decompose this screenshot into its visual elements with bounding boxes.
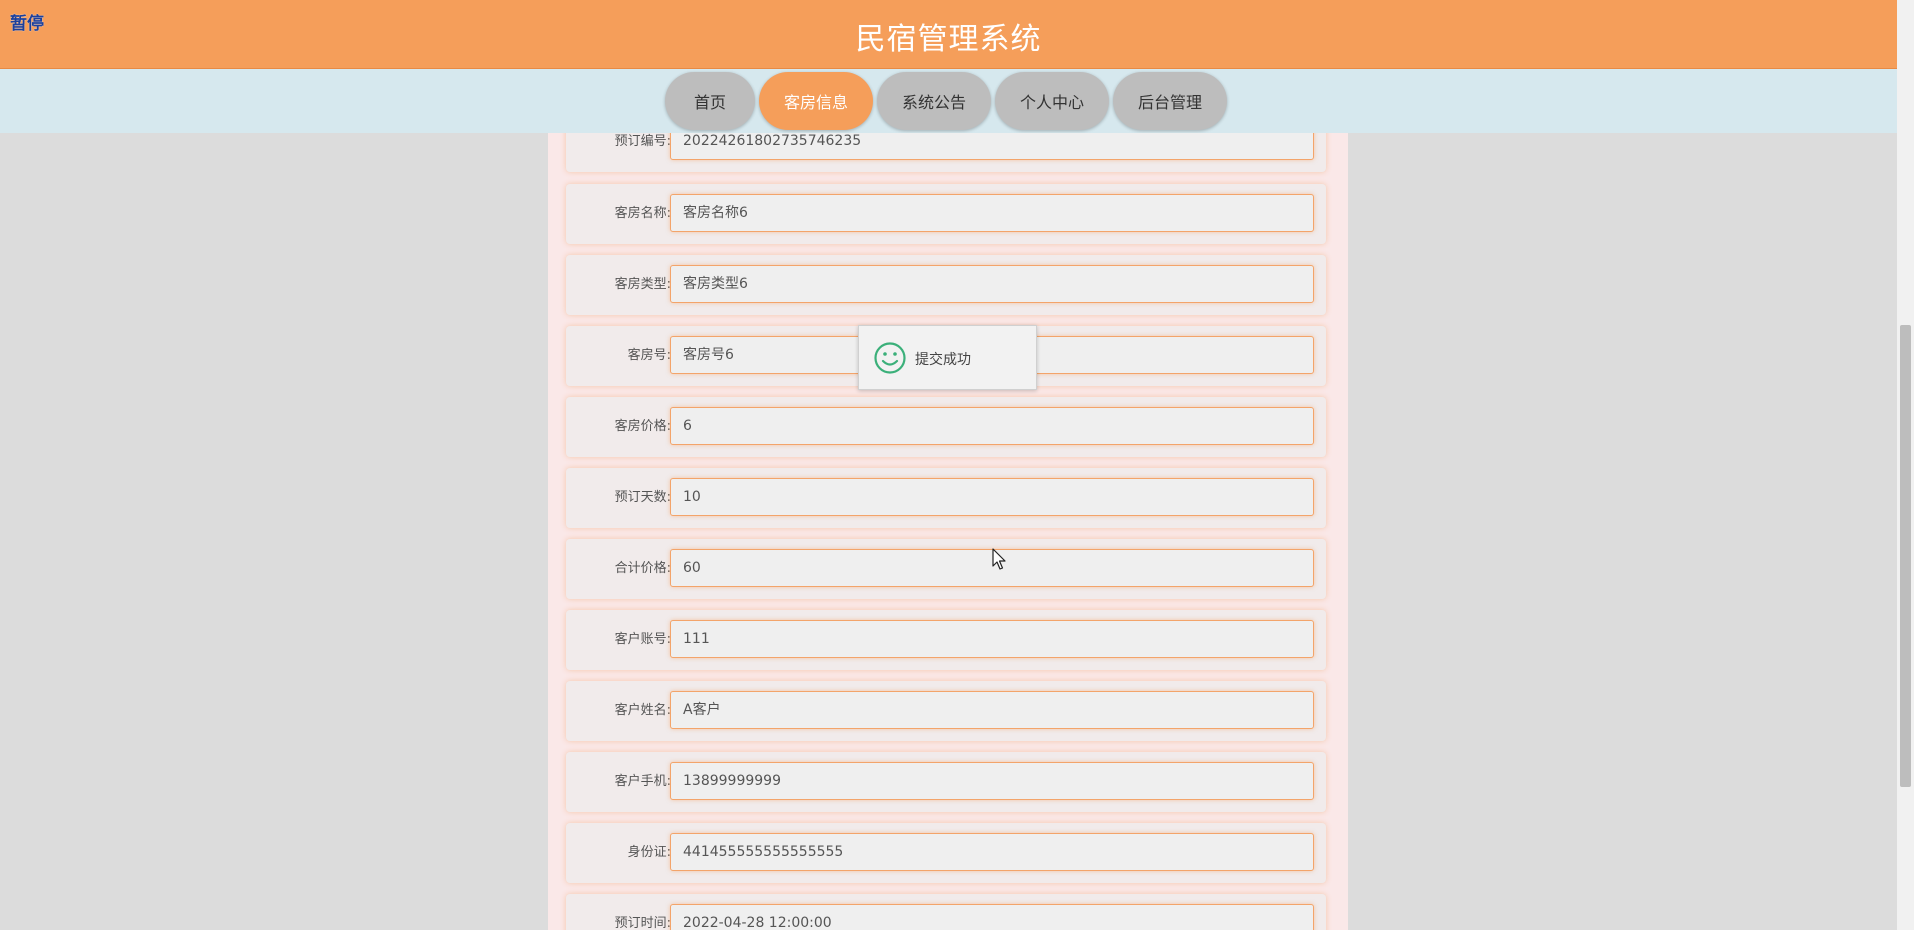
booking-detail-form: 预订编号: 20224261802735746235 客房名称: 客房名称6 客… (548, 133, 1348, 930)
field-label: 合计价格: (614, 561, 671, 576)
field-label: 客房号: (627, 348, 671, 363)
room-price-field[interactable]: 6 (670, 407, 1314, 445)
customer-phone-field[interactable]: 13899999999 (670, 762, 1314, 800)
nav-menu: 首页 客房信息 系统公告 个人中心 后台管理 (665, 72, 1227, 130)
booking-days-field[interactable]: 10 (670, 478, 1314, 516)
booking-time-field[interactable]: 2022-04-28 12:00:00 (670, 904, 1314, 930)
nav-item-home[interactable]: 首页 (665, 72, 755, 130)
form-row-total-price: 合计价格: 60 (566, 539, 1326, 599)
field-label: 客房名称: (614, 206, 671, 221)
id-card-field[interactable]: 441455555555555555 (670, 833, 1314, 871)
customer-name-field[interactable]: A客户 (670, 691, 1314, 729)
field-label: 身份证: (627, 845, 671, 860)
form-row-customer-account: 客户账号: 111 (566, 610, 1326, 670)
room-name-field[interactable]: 客房名称6 (670, 194, 1314, 232)
toast-message: 提交成功 (915, 352, 971, 368)
nav-item-room-info[interactable]: 客房信息 (759, 72, 873, 130)
success-toast: 提交成功 (858, 325, 1037, 390)
field-label: 客房类型: (614, 277, 671, 292)
smile-icon (874, 342, 906, 374)
field-label: 预订编号: (614, 134, 671, 149)
field-label: 客户姓名: (614, 703, 671, 718)
field-label: 预订时间: (614, 916, 671, 930)
form-row-booking-time: 预订时间: 2022-04-28 12:00:00 (566, 894, 1326, 930)
form-row-booking-no: 预订编号: 20224261802735746235 (566, 133, 1326, 172)
field-label: 客房价格: (614, 419, 671, 434)
nav-item-announcements[interactable]: 系统公告 (877, 72, 991, 130)
form-row-booking-days: 预订天数: 10 (566, 468, 1326, 528)
app-header: 暂停 民宿管理系统 (0, 0, 1897, 69)
mouse-cursor-icon (992, 548, 1006, 570)
form-row-id-card: 身份证: 441455555555555555 (566, 823, 1326, 883)
app-title: 民宿管理系统 (855, 22, 1042, 57)
form-row-room-price: 客房价格: 6 (566, 397, 1326, 457)
form-row-room-type: 客房类型: 客房类型6 (566, 255, 1326, 315)
field-label: 预订天数: (614, 490, 671, 505)
form-row-customer-name: 客户姓名: A客户 (566, 681, 1326, 741)
page-scrollbar[interactable] (1897, 0, 1914, 930)
nav-bar: 首页 客房信息 系统公告 个人中心 后台管理 (0, 69, 1897, 133)
scrollbar-thumb[interactable] (1900, 325, 1911, 787)
form-row-room-name: 客房名称: 客房名称6 (566, 184, 1326, 244)
booking-no-field[interactable]: 20224261802735746235 (670, 133, 1314, 160)
field-label: 客户手机: (614, 774, 671, 789)
nav-item-admin[interactable]: 后台管理 (1113, 72, 1227, 130)
form-row-customer-phone: 客户手机: 13899999999 (566, 752, 1326, 812)
customer-account-field[interactable]: 111 (670, 620, 1314, 658)
field-label: 客户账号: (614, 632, 671, 647)
room-type-field[interactable]: 客房类型6 (670, 265, 1314, 303)
nav-item-personal-center[interactable]: 个人中心 (995, 72, 1109, 130)
